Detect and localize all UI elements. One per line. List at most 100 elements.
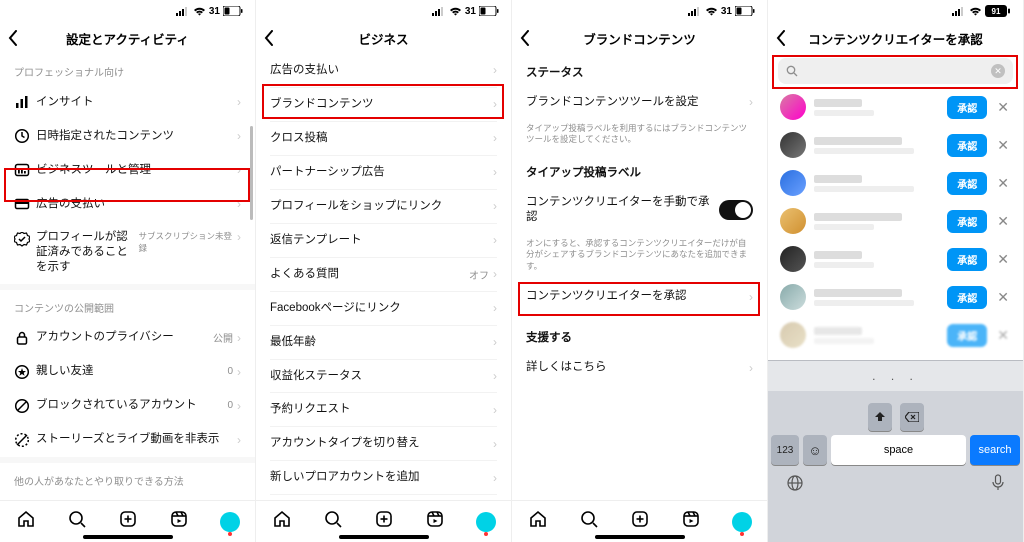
row-close-friends[interactable]: 親しい友達 0 › [0,355,255,389]
row-switch-account-type[interactable]: アカウントタイプを切り替え› [256,427,511,460]
row-brand-content[interactable]: ブランドコンテンツ› [256,88,511,121]
chevron-right-icon: › [493,369,497,383]
page-title: コンテンツクリエイターを承認 [768,29,1023,48]
creator-row[interactable]: 承認 ✕ [768,126,1023,164]
dismiss-button[interactable]: ✕ [995,289,1011,306]
brand-content-list[interactable]: ステータス ブランドコンテンツツールを設定› タイアップ投稿ラベルを利用するには… [512,54,767,500]
approve-button[interactable]: 承認 [947,286,987,309]
back-button[interactable] [264,30,284,46]
mic-key[interactable] [991,474,1005,497]
clear-icon[interactable]: ✕ [991,64,1005,78]
tab-create[interactable] [118,509,138,534]
signal-icon [952,7,966,16]
space-key[interactable]: space [831,435,966,465]
svg-text:91: 91 [992,7,1001,16]
tab-create[interactable] [630,509,650,534]
row-faq[interactable]: よくある質問オフ › [256,258,511,291]
wifi-icon [969,7,982,16]
emoji-key[interactable]: ☺ [803,435,827,465]
chevron-right-icon: › [237,129,241,143]
row-ad-payment[interactable]: 広告の支払い› [256,54,511,87]
row-min-age[interactable]: 最低年齢› [256,326,511,359]
link-edit-profile[interactable]: プロフィールを編集 [256,495,511,500]
status-bar: 91 [768,0,1023,22]
battery-icon: 91 [985,5,1011,17]
row-reply-templates[interactable]: 返信テンプレート› [256,224,511,257]
creator-row[interactable]: 承認 ✕ [768,202,1023,240]
approve-button[interactable]: 承認 [947,172,987,195]
creator-row[interactable]: 承認 ✕ [768,88,1023,126]
row-monetization[interactable]: 収益化ステータス› [256,360,511,393]
tab-search[interactable] [67,509,87,534]
creator-row[interactable]: 承認 ✕ [768,164,1023,202]
row-manual-approve[interactable]: コンテンツクリエイターを手動で承認 [512,186,767,234]
tab-profile[interactable] [476,512,496,532]
numeric-key[interactable]: 123 [771,435,799,465]
row-learn-more[interactable]: 詳しくはこちら› [512,351,767,384]
dismiss-button[interactable]: ✕ [995,175,1011,192]
row-ad-payment[interactable]: 広告の支払い › [0,187,255,221]
dismiss-button[interactable]: ✕ [995,213,1011,230]
settings-list[interactable]: プロフェッショナル向け インサイト › 日時指定されたコンテンツ › ビジネスツ… [0,54,255,500]
back-button[interactable] [520,30,540,46]
tab-create[interactable] [374,509,394,534]
search-key[interactable]: search [970,435,1020,465]
creator-row[interactable]: 承認 ✕ [768,240,1023,278]
business-list[interactable]: 広告の支払い› ブランドコンテンツ› クロス投稿› パートナーシップ広告› プロ… [256,54,511,500]
tab-reels[interactable] [425,509,445,534]
tab-home[interactable] [272,509,292,534]
row-partnership-ads[interactable]: パートナーシップ広告› [256,156,511,189]
row-privacy[interactable]: アカウントのプライバシー 公開 › [0,321,255,355]
tab-profile[interactable] [732,512,752,532]
suggestion-bar[interactable]: . . . [768,361,1023,391]
row-link-facebook[interactable]: Facebookページにリンク› [256,292,511,325]
tab-search[interactable] [579,509,599,534]
tab-reels[interactable] [169,509,189,534]
back-button[interactable] [776,30,796,46]
dismiss-button[interactable]: ✕ [995,251,1011,268]
row-add-pro-account[interactable]: 新しいプロアカウントを追加› [256,461,511,494]
row-hide-story[interactable]: ストーリーズとライブ動画を非表示 › [0,423,255,457]
keyboard[interactable]: . . . 123 ☺ space search [768,360,1023,542]
tab-home[interactable] [16,509,36,534]
creator-list[interactable]: 承認 ✕ 承認 ✕ 承認 ✕ 承認 ✕ 承認 ✕ 承認 ✕ 承認 ✕ [768,88,1023,360]
row-label: プロフィールが認証済みであることを示す [36,230,135,275]
row-business-tools[interactable]: ビジネスツールと管理 › [0,153,255,187]
approve-button[interactable]: 承認 [947,134,987,157]
row-set-tool[interactable]: ブランドコンテンツツールを設定› [512,86,767,119]
backspace-key[interactable] [900,403,924,431]
battery-icon [479,6,499,16]
tab-search[interactable] [323,509,343,534]
dismiss-button[interactable]: ✕ [995,99,1011,116]
creator-row[interactable]: 承認 ✕ [768,278,1023,316]
shift-key[interactable] [868,403,892,431]
back-button[interactable] [8,30,28,46]
tab-reels[interactable] [681,509,701,534]
globe-key[interactable] [786,474,804,497]
row-label: ブロックされているアカウント [36,398,227,413]
dismiss-button[interactable]: ✕ [995,327,1011,344]
row-scheduled[interactable]: 日時指定されたコンテンツ › [0,119,255,153]
approve-button[interactable]: 承認 [947,324,987,347]
row-verified[interactable]: プロフィールが認証済みであることを示す サブスクリプション未登録 › [0,221,255,284]
row-link-shop[interactable]: プロフィールをショップにリンク› [256,190,511,223]
approve-button[interactable]: 承認 [947,210,987,233]
row-label: 日時指定されたコンテンツ [36,129,237,144]
tab-home[interactable] [528,509,548,534]
approve-button[interactable]: 承認 [947,248,987,271]
row-booking[interactable]: 予約リクエスト› [256,393,511,426]
approve-button[interactable]: 承認 [947,96,987,119]
row-cross-post[interactable]: クロス投稿› [256,122,511,155]
row-label: 詳しくはこちら [526,360,749,375]
creator-row[interactable]: 承認 ✕ [768,316,1023,354]
toggle-manual-approve[interactable] [719,200,753,220]
section-heading-scope: コンテンツの公開範囲 [0,290,255,321]
tab-profile[interactable] [220,512,240,532]
row-insight[interactable]: インサイト › [0,85,255,119]
row-approve-creators[interactable]: コンテンツクリエイターを承認› [512,280,767,313]
row-blocked[interactable]: ブロックされているアカウント 0 › [0,389,255,423]
row-messages[interactable]: メッセージとストーリーズへの返信 › [0,494,255,500]
dismiss-button[interactable]: ✕ [995,137,1011,154]
search-input[interactable]: ✕ [778,58,1013,84]
hint-manual-approve: オンにすると、承認するコンテンツクリエイターだけが自分がシェアするブランドコンテ… [512,234,767,280]
